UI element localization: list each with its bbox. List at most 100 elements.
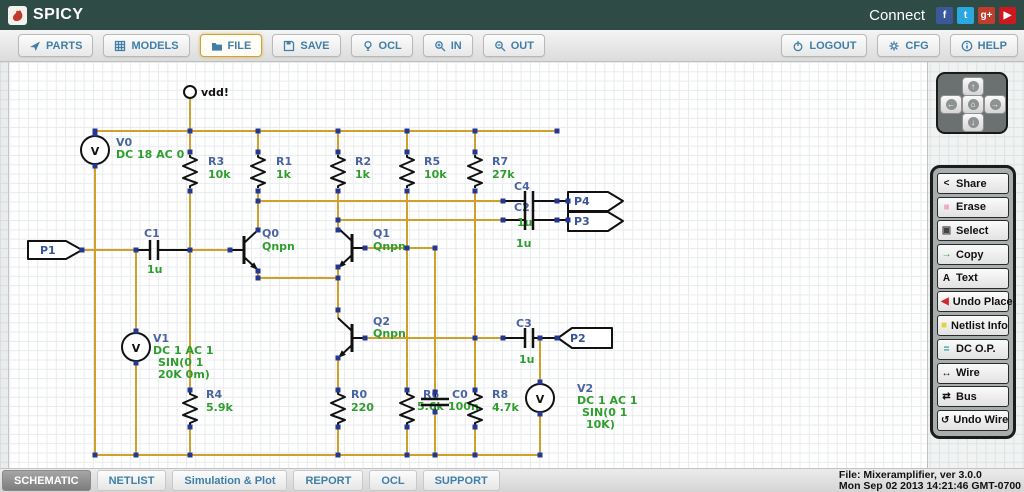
toolbar-button-save[interactable]: SAVE bbox=[272, 34, 341, 57]
resistor-R1[interactable] bbox=[250, 155, 266, 188]
tool-label: Text bbox=[956, 272, 978, 285]
twitter-icon[interactable]: t bbox=[957, 6, 974, 24]
tool-panel: < Share ■ Erase ▣ Select → Copy A Text ◀ Undo Place… bbox=[930, 165, 1016, 439]
svg-text:P3: P3 bbox=[574, 215, 590, 228]
tool-dc-o-p-button[interactable]: = DC O.P. bbox=[937, 338, 1009, 360]
toolbar-button-file[interactable]: FILE bbox=[199, 34, 263, 57]
toolbar-button-label: OCL bbox=[378, 39, 402, 52]
junction-dot bbox=[187, 387, 193, 393]
tool-select-button[interactable]: ▣ Select bbox=[937, 220, 1009, 242]
navpad-down-button[interactable]: ↓ bbox=[962, 113, 984, 132]
component-label: R0 bbox=[351, 388, 367, 401]
tool-bus-button[interactable]: ⇄ Bus bbox=[937, 386, 1009, 408]
tool-share-button[interactable]: < Share bbox=[937, 173, 1009, 194]
port-P2[interactable]: P2 bbox=[557, 327, 613, 349]
junction-dot bbox=[537, 452, 543, 458]
tab-ocl[interactable]: OCL bbox=[369, 470, 417, 491]
tool-text-button[interactable]: A Text bbox=[937, 267, 1009, 289]
magin-icon bbox=[434, 40, 446, 51]
junction-dot bbox=[472, 149, 478, 155]
facebook-icon[interactable]: f bbox=[936, 6, 953, 24]
port-P1[interactable]: P1 bbox=[27, 240, 83, 260]
voltage-source-V0[interactable]: V bbox=[80, 132, 110, 168]
tool-label: Netlist Info bbox=[951, 319, 1008, 332]
junction-dot bbox=[79, 247, 85, 253]
schematic-workspace[interactable]: V0 DC 18 AC 0 R3 10k R1 1k R2 1k R5 10k R7 27k C4 C2 1… bbox=[0, 62, 1024, 468]
svg-text:P2: P2 bbox=[570, 332, 586, 345]
toolbar-button-parts[interactable]: PARTS bbox=[18, 34, 94, 57]
junction-dot bbox=[404, 452, 410, 458]
resistor-R3[interactable] bbox=[182, 155, 198, 188]
port-P4[interactable]: P4 bbox=[567, 191, 624, 212]
tab-schematic[interactable]: SCHEMATIC bbox=[2, 470, 91, 491]
spicy-logo-icon bbox=[8, 5, 27, 25]
junction-dot bbox=[255, 227, 261, 233]
resistor-R0[interactable] bbox=[330, 392, 346, 425]
tab-report[interactable]: REPORT bbox=[293, 470, 364, 491]
tool-erase-button[interactable]: ■ Erase bbox=[937, 196, 1009, 218]
connect-label: Connect bbox=[869, 6, 925, 24]
resistor-R4[interactable] bbox=[182, 392, 198, 425]
junction-dot bbox=[92, 131, 98, 137]
component-label: Q1 bbox=[373, 227, 390, 240]
junction-dot bbox=[92, 452, 98, 458]
toolbar-button-in[interactable]: IN bbox=[422, 34, 473, 57]
component-label: 10k bbox=[424, 168, 447, 181]
component-label: C4 bbox=[514, 180, 530, 193]
schematic-canvas[interactable]: V0DC 18 AC 0R310kR11kR21kR510kR727kC4C21… bbox=[0, 62, 1024, 468]
tool-netlist-info-button[interactable]: ■ Netlist Info bbox=[937, 315, 1009, 337]
undo-place-icon: ◀ bbox=[941, 296, 949, 308]
navpad-left-button[interactable]: ← bbox=[940, 95, 962, 114]
junction-dot bbox=[255, 149, 261, 155]
toolbar-button-cfg[interactable]: CFG bbox=[877, 34, 940, 57]
vdd-node[interactable]: vdd! bbox=[183, 85, 229, 99]
transistor-Q2[interactable] bbox=[337, 317, 366, 359]
junction-dot bbox=[565, 198, 571, 204]
navpad-right-button[interactable]: → bbox=[984, 95, 1006, 114]
component-label: DC 18 AC 0 bbox=[116, 148, 185, 161]
tool-copy-button[interactable]: → Copy bbox=[937, 244, 1009, 266]
youtube-icon[interactable]: ▶ bbox=[999, 6, 1016, 24]
voltage-source-V1[interactable]: V bbox=[121, 329, 151, 365]
bottom-bar: SCHEMATIC NETLIST Simulation & Plot REPORT O… bbox=[0, 468, 1024, 492]
tab-simulation-plot[interactable]: Simulation & Plot bbox=[172, 470, 288, 491]
resistor-R6[interactable] bbox=[399, 392, 415, 425]
resistor-R2[interactable] bbox=[330, 155, 346, 188]
floppy-icon bbox=[284, 40, 295, 51]
tool-undo-wire-button[interactable]: ↺ Undo Wire bbox=[937, 409, 1009, 431]
toolbar-button-out[interactable]: OUT bbox=[482, 34, 545, 57]
tool-undo-place-button[interactable]: ◀ Undo Place bbox=[937, 291, 1013, 313]
component-label: 1u bbox=[519, 353, 535, 366]
toolbar-button-help[interactable]: HELP bbox=[949, 34, 1018, 57]
junction-dot bbox=[472, 387, 478, 393]
undo-wire-icon: ↺ bbox=[941, 414, 950, 426]
navpad-home-button[interactable]: ⌂ bbox=[962, 95, 984, 114]
voltage-source-V2[interactable]: V bbox=[525, 380, 555, 416]
port-P3[interactable]: P3 bbox=[567, 211, 624, 232]
component-label: 1u bbox=[147, 263, 163, 276]
capacitor-C1[interactable] bbox=[148, 240, 160, 260]
component-label: R4 bbox=[206, 388, 222, 401]
resistor-R5[interactable] bbox=[399, 155, 415, 188]
junction-dot bbox=[187, 128, 193, 134]
transistor-Q0[interactable] bbox=[230, 229, 259, 271]
junction-dot bbox=[255, 198, 261, 204]
navpad-up-button[interactable]: ↑ bbox=[962, 77, 984, 96]
junction-dot bbox=[255, 188, 261, 194]
junction-dot bbox=[404, 128, 410, 134]
junction-dot bbox=[432, 389, 438, 395]
resistor-R7[interactable] bbox=[467, 155, 483, 188]
capacitor-C3[interactable] bbox=[523, 328, 535, 348]
toolbar-button-models[interactable]: MODELS bbox=[103, 34, 190, 57]
junction-dot bbox=[335, 149, 341, 155]
googleplus-icon[interactable]: g+ bbox=[978, 6, 995, 24]
junction-dot bbox=[335, 275, 341, 281]
transistor-Q1[interactable] bbox=[337, 227, 366, 269]
tab-support[interactable]: SUPPORT bbox=[422, 470, 500, 491]
tool-wire-button[interactable]: ↔ Wire bbox=[937, 362, 1009, 384]
toolbar-button-logout[interactable]: LOGOUT bbox=[781, 34, 868, 57]
toolbar-button-ocl[interactable]: OCL bbox=[350, 34, 413, 57]
junction-dot bbox=[472, 452, 478, 458]
svg-text:V: V bbox=[132, 342, 141, 355]
tab-netlist[interactable]: NETLIST bbox=[96, 470, 167, 491]
